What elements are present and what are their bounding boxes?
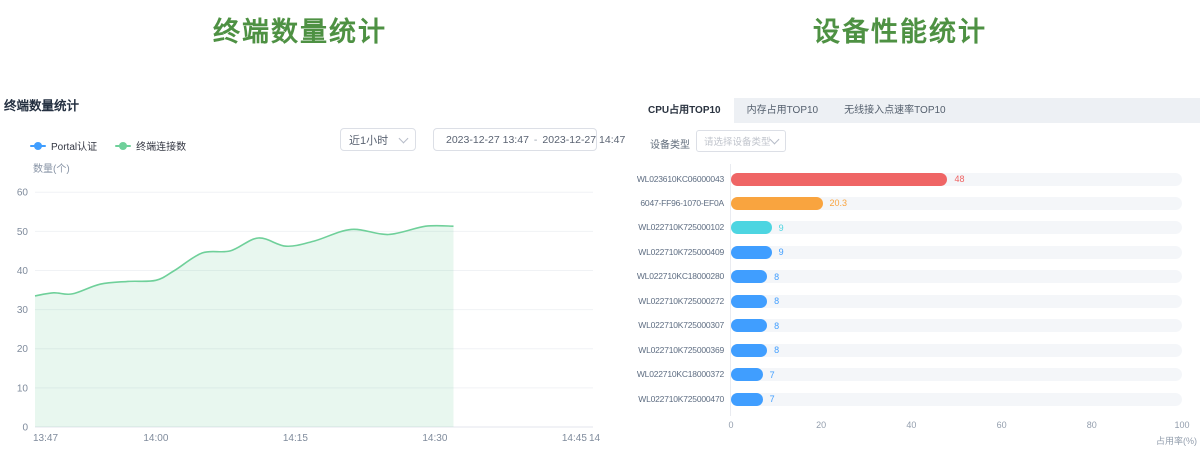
device-type-label: 设备类型 [650,136,690,151]
x-tick-label: 80 [1077,420,1107,430]
bar-track [731,221,1182,234]
bar-value-label: 8 [774,321,779,332]
x-tick-label: 14:30 [422,433,447,444]
bar-track [731,368,1182,381]
series-area [35,226,454,427]
legend-marker-icon [30,142,46,150]
y-tick-label: 40 [17,266,29,277]
bar-value-label: 20.3 [830,198,848,209]
device-name-label: WL022710K725000272 [635,296,724,307]
bar[interactable] [731,295,767,308]
bar[interactable] [731,344,767,357]
y-tick-label: 20 [17,344,29,355]
bar-track [731,393,1182,406]
date-range-picker[interactable]: 2023-12-27 13:47 - 2023-12-27 14:47 [433,128,597,151]
time-range-value: 近1小时 [349,132,388,148]
chevron-down-icon [399,133,409,143]
bar-track [731,246,1182,259]
y-tick-label: 50 [17,227,29,238]
device-name-label: WL022710K725000307 [635,320,724,331]
bar-value-label: 7 [770,394,775,405]
bar-track [731,197,1182,210]
bar[interactable] [731,221,772,234]
device-name-label: WL022710KC18000372 [635,369,724,380]
bar-value-label: 8 [774,345,779,356]
device-name-label: WL022710K725000470 [635,394,724,405]
tab-CPU占用TOP10[interactable]: CPU占用TOP10 [635,98,734,123]
x-tick-label: 14:00 [143,433,168,444]
device-name-label: WL022710K725000369 [635,345,724,356]
performance-tabs: CPU占用TOP10内存占用TOP10无线接入点速率TOP10 [635,98,1200,123]
bar-value-label: 9 [779,223,784,234]
legend-marker-icon [115,142,131,150]
bar[interactable] [731,270,767,283]
y-tick-label: 10 [17,383,29,394]
bar-value-label: 8 [774,272,779,283]
terminal-count-chart: 0 10 20 30 40 50 60 13:47 14:00 14:15 14:30 14:4514… [0,150,600,450]
x-tick-label: 100 [1167,420,1197,430]
x-tick-label: 13:47 [33,433,58,444]
bar-value-label: 8 [774,296,779,307]
bar-track [731,344,1182,357]
tab-无线接入点速率TOP10[interactable]: 无线接入点速率TOP10 [831,98,959,123]
x-tick-label: 60 [987,420,1017,430]
y-tick-label: 0 [22,423,28,434]
x-tick-label: 14:15 [283,433,308,444]
device-name-label: WL022710K725000409 [635,247,724,258]
bar-value-label: 9 [779,247,784,258]
device-name-label: 6047-FF96-1070-EF0A [635,198,724,209]
y-tick-label: 60 [17,188,29,199]
tab-内存占用TOP10[interactable]: 内存占用TOP10 [734,98,832,123]
chevron-down-icon [770,135,780,145]
date-range-end: 2023-12-27 14:47 [542,134,625,146]
right-page-title: 设备性能统计 [600,10,1200,49]
x-tick-label: 14:45 [562,433,587,444]
device-name-label: WL023610KC06000043 [635,174,724,185]
device-name-label: WL022710K725000102 [635,222,724,233]
bar[interactable] [731,368,763,381]
terminal-count-card-title: 终端数量统计 [4,95,79,114]
cpu-top10-chart: WL023610KC06000043 48 6047-FF96-1070-EF0A 2… [635,160,1200,456]
bar-value-label: 7 [770,370,775,381]
time-range-select[interactable]: 近1小时 [340,128,416,151]
date-range-separator: - [534,134,538,146]
x-tick-label: 40 [896,420,926,430]
bar-track [731,295,1182,308]
bar[interactable] [731,319,767,332]
bar-track [731,270,1182,283]
bar[interactable] [731,197,823,210]
device-type-placeholder: 请选择设备类型 [704,134,771,148]
dashboard: 终端数量统计 设备性能统计 终端数量统计 近1小时 2023-12-27 13:… [0,0,1200,456]
date-range-start: 2023-12-27 13:47 [446,134,529,146]
bar[interactable] [731,173,947,186]
y-tick-label: 30 [17,305,29,316]
bar[interactable] [731,246,772,259]
x-tick-label: 14:47 [589,433,600,444]
x-tick-label: 0 [716,420,746,430]
x-tick-label: 20 [806,420,836,430]
device-type-select[interactable]: 请选择设备类型 [696,130,786,152]
bar[interactable] [731,393,763,406]
x-axis-label: 占用率(%) [1156,434,1197,447]
left-page-title: 终端数量统计 [0,10,600,49]
bar-value-label: 48 [954,174,964,185]
device-name-label: WL022710KC18000280 [635,271,724,282]
bar-track [731,319,1182,332]
